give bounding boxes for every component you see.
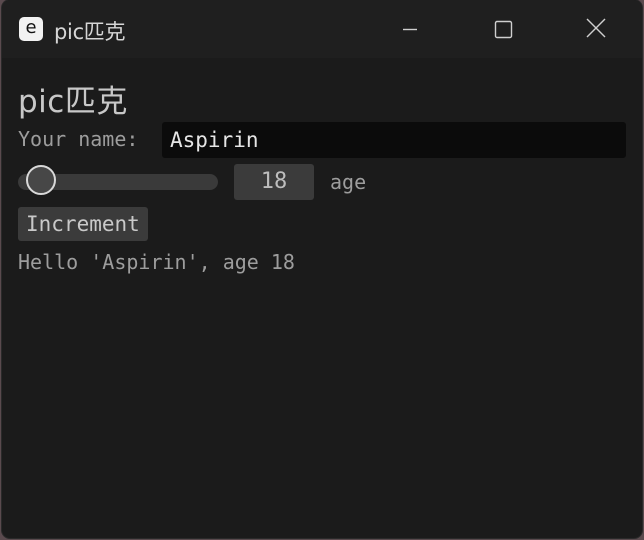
- greeting-text: Hello 'Aspirin', age 18: [18, 250, 295, 274]
- title-bar[interactable]: e pic匹克: [2, 0, 642, 58]
- age-label: age: [330, 170, 367, 194]
- age-slider-handle[interactable]: [26, 165, 56, 195]
- close-button[interactable]: [548, 0, 640, 58]
- name-label: Your name:: [18, 127, 139, 151]
- app-icon: e: [19, 17, 43, 41]
- increment-button[interactable]: Increment: [18, 207, 148, 241]
- app-window: e pic匹克 pic匹克 Your name: 18 age: [2, 0, 642, 538]
- window-title: pic匹克: [54, 20, 126, 44]
- name-input[interactable]: [162, 122, 626, 158]
- maximize-icon: [494, 20, 513, 39]
- minimize-button[interactable]: [364, 0, 456, 58]
- close-icon: [586, 18, 606, 38]
- page-title: pic匹克: [18, 84, 128, 120]
- age-value-field[interactable]: 18: [234, 164, 314, 200]
- main-content: pic匹克 Your name: 18 age Increment Hello …: [2, 58, 642, 538]
- maximize-button[interactable]: [456, 0, 548, 58]
- minimize-icon: [403, 28, 417, 31]
